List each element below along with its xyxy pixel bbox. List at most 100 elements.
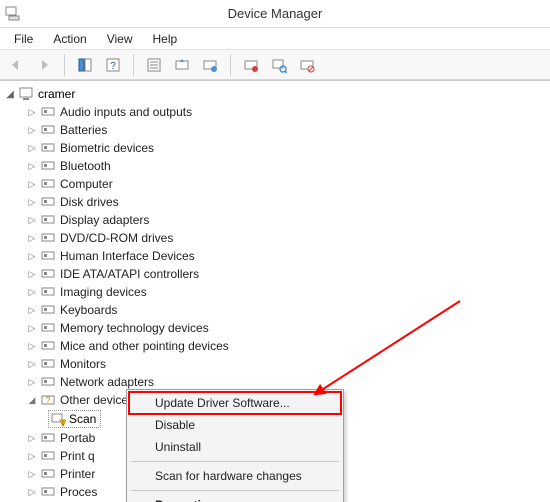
- device-category-icon: [40, 266, 56, 282]
- update-driver-button[interactable]: [170, 53, 194, 77]
- tree-node[interactable]: ▷ Biometric devices: [4, 139, 550, 157]
- tree-node[interactable]: ▷ Human Interface Devices: [4, 247, 550, 265]
- expand-icon[interactable]: ▷: [26, 287, 38, 298]
- scan-hardware-button[interactable]: [267, 53, 291, 77]
- expand-icon[interactable]: ▷: [26, 341, 38, 352]
- device-category-icon: [40, 284, 56, 300]
- menu-separator: [131, 490, 339, 491]
- device-category-icon: [40, 320, 56, 336]
- tree-node[interactable]: ▷DVD/CD-ROM drives: [4, 229, 550, 247]
- node-label: Other devices: [60, 393, 134, 407]
- expand-icon[interactable]: ▷: [26, 359, 38, 370]
- node-label: Bluetooth: [60, 159, 111, 173]
- menu-view[interactable]: View: [97, 30, 143, 48]
- ctx-uninstall[interactable]: Uninstall: [129, 436, 341, 458]
- root-label: cramer: [38, 87, 75, 101]
- expand-icon[interactable]: ▷: [26, 215, 38, 226]
- expand-icon[interactable]: ▷: [26, 323, 38, 334]
- expand-icon[interactable]: ▷: [26, 233, 38, 244]
- menu-file[interactable]: File: [4, 30, 43, 48]
- node-label: Monitors: [60, 357, 106, 371]
- device-category-icon: [40, 448, 56, 464]
- menu-help[interactable]: Help: [143, 30, 188, 48]
- ctx-properties[interactable]: Properties: [129, 494, 341, 502]
- expand-icon[interactable]: ▷: [26, 107, 38, 118]
- menu-separator: [131, 461, 339, 462]
- tree-node[interactable]: ▷ IDE ATA/ATAPI controllers: [4, 265, 550, 283]
- show-hide-tree-button[interactable]: [73, 53, 97, 77]
- tree-node[interactable]: ▷Keyboards: [4, 301, 550, 319]
- add-legacy-button[interactable]: [198, 53, 222, 77]
- device-category-icon: [40, 140, 56, 156]
- node-label: Imaging devices: [60, 285, 147, 299]
- node-label: Printer: [60, 467, 95, 481]
- warning-device-icon: !: [50, 411, 66, 427]
- node-label: Disk drives: [60, 195, 119, 209]
- node-label: Mice and other pointing devices: [60, 339, 229, 353]
- tree-node[interactable]: ▷ Mice and other pointing devices: [4, 337, 550, 355]
- node-label: Portab: [60, 431, 95, 445]
- forward-button[interactable]: [32, 53, 56, 77]
- device-category-icon: [40, 230, 56, 246]
- tree-node[interactable]: ▷ Imaging devices: [4, 283, 550, 301]
- computer-icon: [18, 86, 34, 102]
- tree-node[interactable]: ▷ Audio inputs and outputs: [4, 103, 550, 121]
- collapse-icon[interactable]: ◢: [26, 395, 38, 406]
- tree-node[interactable]: ▷ Computer: [4, 175, 550, 193]
- expand-icon[interactable]: ▷: [26, 305, 38, 316]
- tree-node[interactable]: ▷ Monitors: [4, 355, 550, 373]
- expand-icon[interactable]: ▷: [26, 143, 38, 154]
- node-label: Audio inputs and outputs: [60, 105, 192, 119]
- expand-icon[interactable]: ▷: [26, 433, 38, 444]
- ctx-update-driver[interactable]: Update Driver Software...: [129, 392, 341, 414]
- other-devices-icon: ?: [40, 392, 56, 408]
- toolbar: ?: [0, 50, 550, 80]
- device-category-icon: [40, 356, 56, 372]
- toolbar-separator: [230, 54, 231, 76]
- node-label: Human Interface Devices: [60, 249, 195, 263]
- expand-icon[interactable]: ▷: [26, 179, 38, 190]
- tree-root[interactable]: ◢ cramer: [4, 85, 550, 103]
- device-category-icon: [40, 466, 56, 482]
- node-label: Proces: [60, 485, 97, 499]
- node-label: Computer: [60, 177, 113, 191]
- device-category-icon: [40, 194, 56, 210]
- expand-icon[interactable]: ▷: [26, 487, 38, 498]
- disable-button[interactable]: [295, 53, 319, 77]
- device-category-icon: [40, 430, 56, 446]
- device-category-icon: [40, 176, 56, 192]
- expand-icon[interactable]: ▷: [26, 377, 38, 388]
- back-button[interactable]: [4, 53, 28, 77]
- tree-node[interactable]: ▷ Bluetooth: [4, 157, 550, 175]
- expand-icon[interactable]: ▷: [26, 125, 38, 136]
- expand-icon[interactable]: ▷: [26, 469, 38, 480]
- tree-node[interactable]: ▷Display adapters: [4, 211, 550, 229]
- node-label: Biometric devices: [60, 141, 154, 155]
- window-title: Device Manager: [228, 6, 323, 21]
- expand-icon[interactable]: ▷: [26, 451, 38, 462]
- help-button[interactable]: ?: [101, 53, 125, 77]
- content-area: ◢ cramer ▷ Audio inputs and outputs ▷Batte…: [0, 80, 550, 502]
- tree-node[interactable]: ▷ Memory technology devices: [4, 319, 550, 337]
- device-category-icon: [40, 212, 56, 228]
- properties-button[interactable]: [142, 53, 166, 77]
- toolbar-separator: [133, 54, 134, 76]
- uninstall-button[interactable]: [239, 53, 263, 77]
- device-category-icon: [40, 122, 56, 138]
- tree-node[interactable]: ▷ Disk drives: [4, 193, 550, 211]
- device-category-icon: [40, 158, 56, 174]
- expand-icon[interactable]: ▷: [26, 197, 38, 208]
- expand-icon[interactable]: ▷: [26, 251, 38, 262]
- app-icon: [4, 4, 22, 22]
- menu-action[interactable]: Action: [43, 30, 96, 48]
- collapse-icon[interactable]: ◢: [4, 89, 16, 100]
- tree-node[interactable]: ▷Batteries: [4, 121, 550, 139]
- node-label: IDE ATA/ATAPI controllers: [60, 267, 199, 281]
- expand-icon[interactable]: ▷: [26, 161, 38, 172]
- svg-text:?: ?: [110, 61, 116, 72]
- ctx-scan[interactable]: Scan for hardware changes: [129, 465, 341, 487]
- expand-icon[interactable]: ▷: [26, 269, 38, 280]
- ctx-disable[interactable]: Disable: [129, 414, 341, 436]
- node-label: Memory technology devices: [60, 321, 209, 335]
- node-label: Network adapters: [60, 375, 154, 389]
